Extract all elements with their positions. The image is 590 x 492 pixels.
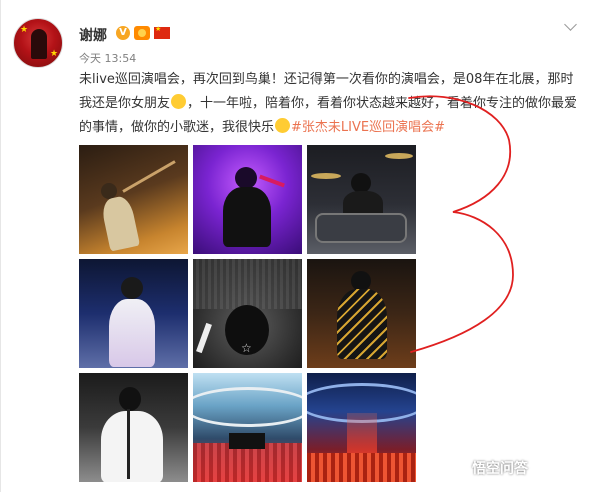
watermark-text: 悟空问答 <box>472 461 528 477</box>
weibo-post-card: ★ ★ 谢娜 V 今天 13:54 未live巡回演唱会，再次回到鸟巢！还记得第… <box>0 0 590 492</box>
wukong-logo-icon <box>452 459 469 476</box>
red-hand-drawn-3-annotation <box>408 95 514 353</box>
